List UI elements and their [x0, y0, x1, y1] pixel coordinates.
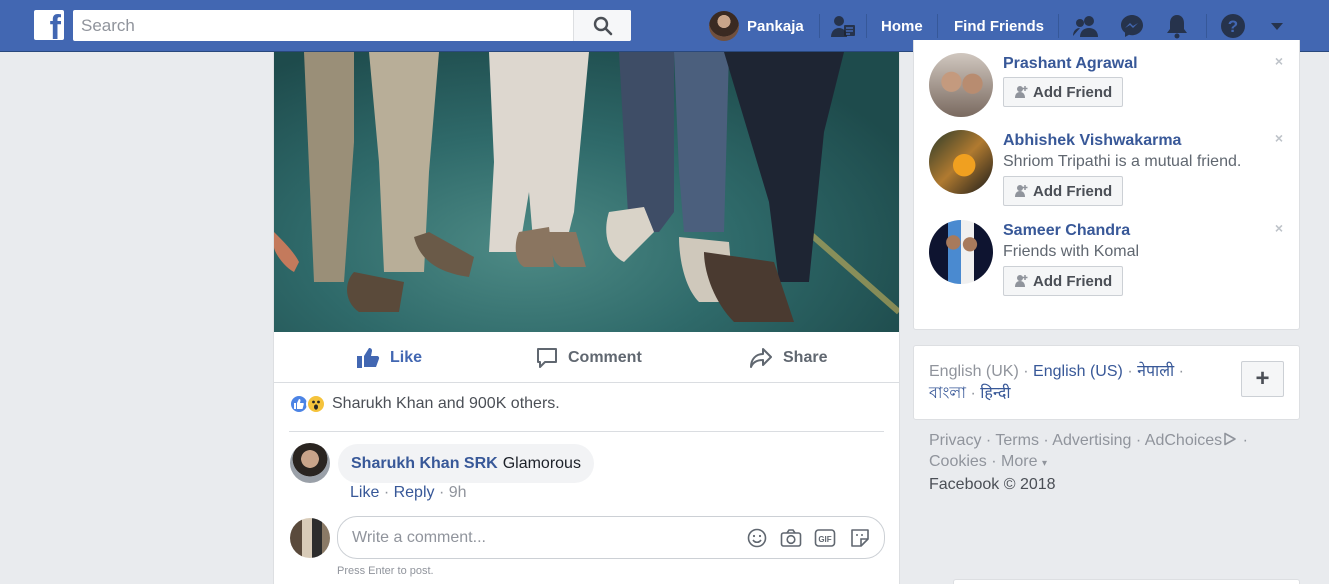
add-friend-button[interactable]: Add Friend: [1003, 266, 1124, 296]
more-languages-button[interactable]: +: [1241, 361, 1284, 397]
avatar: [709, 11, 739, 41]
caret-down-icon: ▾: [1041, 458, 1047, 469]
find-friends-icon[interactable]: [829, 12, 857, 40]
current-user-avatar: [290, 518, 330, 558]
divider: [289, 431, 884, 432]
messenger-icon[interactable]: [1118, 12, 1146, 40]
suggestion-avatar[interactable]: [929, 130, 993, 194]
divider: [819, 14, 820, 38]
next-card: [953, 579, 1300, 584]
search-icon: [593, 16, 612, 35]
facebook-logo[interactable]: f: [34, 10, 64, 40]
language-list: English (UK) · English (US) · नेपाली · ব…: [929, 363, 1184, 402]
suggestion-subtitle: Shriom Tripathi is a mutual friend.: [1003, 153, 1242, 170]
footer-link-terms[interactable]: Terms: [995, 432, 1039, 449]
suggestion-avatar[interactable]: [929, 53, 993, 117]
add-friend-icon: [1015, 185, 1028, 197]
search-input[interactable]: [73, 10, 573, 41]
footer-link-adchoices[interactable]: AdChoices: [1145, 432, 1238, 449]
divider: [1206, 14, 1207, 38]
dismiss-suggestion-button[interactable]: ×: [1275, 220, 1283, 236]
comment-bubble: Sharukh Khan SRK Glamorous: [338, 444, 594, 483]
suggestion-name[interactable]: Prashant Agrawal: [1003, 55, 1138, 73]
add-friend-button[interactable]: Add Friend: [1003, 77, 1124, 107]
post-actions: Like Comment Share: [274, 333, 899, 383]
footer-link-advertising[interactable]: Advertising: [1052, 432, 1131, 449]
thumbs-up-icon: [357, 348, 380, 368]
emoji-icon[interactable]: [746, 527, 768, 549]
photo-illustration: [274, 52, 899, 322]
search-box: [73, 10, 631, 41]
dismiss-suggestion-button[interactable]: ×: [1275, 130, 1283, 146]
comment-text: Glamorous: [502, 454, 581, 472]
comment-like-link[interactable]: Like: [350, 484, 379, 501]
divider: [866, 14, 867, 38]
camera-icon[interactable]: [780, 527, 802, 549]
search-button[interactable]: [573, 10, 631, 41]
like-button[interactable]: Like: [356, 333, 422, 383]
reactions-text: Sharukh Khan and 900K others.: [332, 395, 560, 412]
footer-link-privacy[interactable]: Privacy: [929, 432, 981, 449]
composer-hint: Press Enter to post.: [337, 565, 434, 577]
suggestion-avatar[interactable]: [929, 220, 993, 284]
dismiss-suggestion-button[interactable]: ×: [1275, 53, 1283, 69]
footer-link-more[interactable]: More ▾: [1001, 453, 1047, 470]
add-friend-icon: [1015, 86, 1028, 98]
share-icon: [750, 348, 772, 368]
comment-button[interactable]: Comment: [536, 333, 642, 383]
add-friend-icon: [1015, 275, 1028, 287]
profile-name: Pankaja: [747, 17, 804, 35]
people-you-may-know: Prashant Agrawal Add Friend × Abhishek V…: [913, 40, 1300, 330]
divider: [937, 14, 938, 38]
current-language: English (UK): [929, 363, 1019, 380]
wow-reaction-icon: [306, 394, 326, 414]
comment-icon: [537, 348, 557, 368]
adchoices-icon: [1224, 432, 1236, 446]
footer-link-cookies[interactable]: Cookies: [929, 453, 987, 470]
post-photo[interactable]: [274, 52, 899, 332]
sticker-icon[interactable]: [849, 527, 871, 549]
profile-link[interactable]: Pankaja: [709, 0, 804, 52]
suggestion-subtitle: Friends with Komal: [1003, 243, 1140, 260]
share-button[interactable]: Share: [749, 333, 827, 383]
friend-requests-icon[interactable]: [1072, 12, 1100, 40]
comment-composer: GIF: [337, 516, 885, 559]
notifications-icon[interactable]: [1163, 12, 1191, 40]
reactions-summary[interactable]: Sharukh Khan and 900K others.: [289, 394, 560, 414]
suggestion-name[interactable]: Abhishek Vishwakarma: [1003, 132, 1181, 150]
svg-text:?: ?: [1228, 17, 1238, 36]
add-friend-button[interactable]: Add Friend: [1003, 176, 1124, 206]
divider: [1058, 14, 1059, 38]
help-icon[interactable]: ?: [1219, 12, 1247, 40]
page-footer: Privacy · Terms · Advertising · AdChoice…: [929, 432, 1248, 493]
account-menu-icon[interactable]: [1263, 12, 1291, 40]
language-link[interactable]: हिन्दी: [980, 385, 1010, 402]
commenter-avatar[interactable]: [290, 443, 330, 483]
gif-icon[interactable]: GIF: [814, 527, 836, 549]
language-link[interactable]: नेपाली: [1137, 363, 1174, 380]
feed-post: Like Comment Share Sharukh Khan and 900K…: [273, 52, 900, 584]
copyright: Facebook © 2018: [929, 476, 1056, 493]
comment-reply-link[interactable]: Reply: [394, 484, 435, 501]
comment-meta: Like · Reply · 9h: [350, 484, 467, 501]
suggestion-name[interactable]: Sameer Chandra: [1003, 222, 1130, 240]
svg-text:GIF: GIF: [818, 535, 831, 544]
language-link[interactable]: বাংলা: [929, 385, 966, 402]
comment-author[interactable]: Sharukh Khan SRK: [351, 455, 498, 473]
comment-input[interactable]: [338, 517, 728, 558]
language-selector: English (UK) · English (US) · नेपाली · ব…: [913, 345, 1300, 420]
language-link[interactable]: English (US): [1033, 363, 1123, 380]
comment-time[interactable]: 9h: [449, 484, 467, 501]
